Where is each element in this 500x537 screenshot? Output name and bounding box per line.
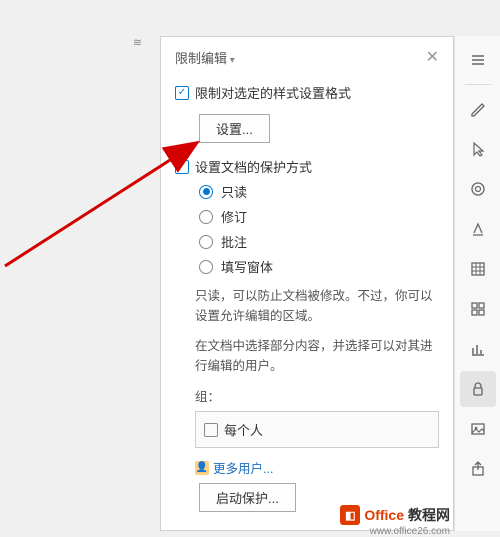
wifi-icon: ≋ bbox=[133, 36, 142, 49]
radio-readonly[interactable]: 只读 bbox=[199, 182, 439, 201]
grid-icon[interactable] bbox=[460, 291, 496, 327]
highlight-icon[interactable] bbox=[460, 211, 496, 247]
everyone-label: 每个人 bbox=[224, 420, 263, 439]
lock-icon[interactable] bbox=[460, 371, 496, 407]
table-icon[interactable] bbox=[460, 251, 496, 287]
group-everyone-checkbox[interactable]: ✓ 每个人 bbox=[195, 411, 439, 448]
radio-icon bbox=[199, 185, 213, 199]
badge-icon[interactable] bbox=[460, 171, 496, 207]
radio-revision[interactable]: 修订 bbox=[199, 207, 439, 226]
checkbox-icon: ✓ bbox=[204, 423, 218, 437]
office-logo-icon: ◧ bbox=[340, 505, 360, 525]
share-icon[interactable] bbox=[460, 451, 496, 487]
right-toolbar bbox=[454, 36, 500, 531]
document-area: ≋ bbox=[0, 36, 150, 531]
radio-icon bbox=[199, 210, 213, 224]
limit-formatting-checkbox[interactable]: ✓ 限制对选定的样式设置格式 bbox=[175, 83, 439, 102]
image-icon[interactable] bbox=[460, 411, 496, 447]
more-users-link[interactable]: 👤 更多用户... bbox=[195, 458, 439, 477]
radio-form-label: 填写窗体 bbox=[221, 257, 273, 276]
title-bar bbox=[0, 0, 500, 36]
panel-title[interactable]: 限制编辑 bbox=[175, 48, 235, 67]
chart-icon[interactable] bbox=[460, 331, 496, 367]
settings-button[interactable]: 设置... bbox=[199, 114, 270, 143]
radio-icon bbox=[199, 260, 213, 274]
radio-comment[interactable]: 批注 bbox=[199, 232, 439, 251]
watermark-brand2: 教程网 bbox=[408, 505, 450, 525]
group-label: 组： bbox=[195, 386, 439, 405]
restrict-editing-panel: 限制编辑 ✕ ✓ 限制对选定的样式设置格式 设置... ✓ 设置文档的保护方式 … bbox=[160, 36, 454, 531]
protection-mode-checkbox[interactable]: ✓ 设置文档的保护方式 bbox=[175, 157, 439, 176]
close-icon[interactable]: ✕ bbox=[426, 47, 439, 67]
menu-icon[interactable] bbox=[460, 42, 496, 78]
more-users-label: 更多用户... bbox=[213, 458, 273, 477]
limit-formatting-label: 限制对选定的样式设置格式 bbox=[195, 83, 351, 102]
protection-mode-label: 设置文档的保护方式 bbox=[195, 157, 312, 176]
watermark-url: www.office26.com bbox=[370, 526, 450, 537]
readonly-description: 只读，可以防止文档被修改。不过，你可以设置允许编辑的区域。 bbox=[195, 286, 439, 326]
cursor-icon[interactable] bbox=[460, 131, 496, 167]
checkbox-icon: ✓ bbox=[175, 160, 189, 174]
user-icon: 👤 bbox=[195, 461, 209, 475]
pen-icon[interactable] bbox=[460, 91, 496, 127]
radio-readonly-label: 只读 bbox=[221, 182, 247, 201]
select-users-description: 在文档中选择部分内容，并选择可以对其进行编辑的用户。 bbox=[195, 336, 439, 376]
start-protection-button[interactable]: 启动保护... bbox=[199, 483, 296, 512]
watermark-brand1: Office bbox=[364, 507, 404, 523]
radio-revision-label: 修订 bbox=[221, 207, 247, 226]
radio-icon bbox=[199, 235, 213, 249]
radio-form[interactable]: 填写窗体 bbox=[199, 257, 439, 276]
watermark: ◧ Office教程网 www.office26.com bbox=[340, 505, 450, 525]
checkbox-icon: ✓ bbox=[175, 86, 189, 100]
radio-comment-label: 批注 bbox=[221, 232, 247, 251]
